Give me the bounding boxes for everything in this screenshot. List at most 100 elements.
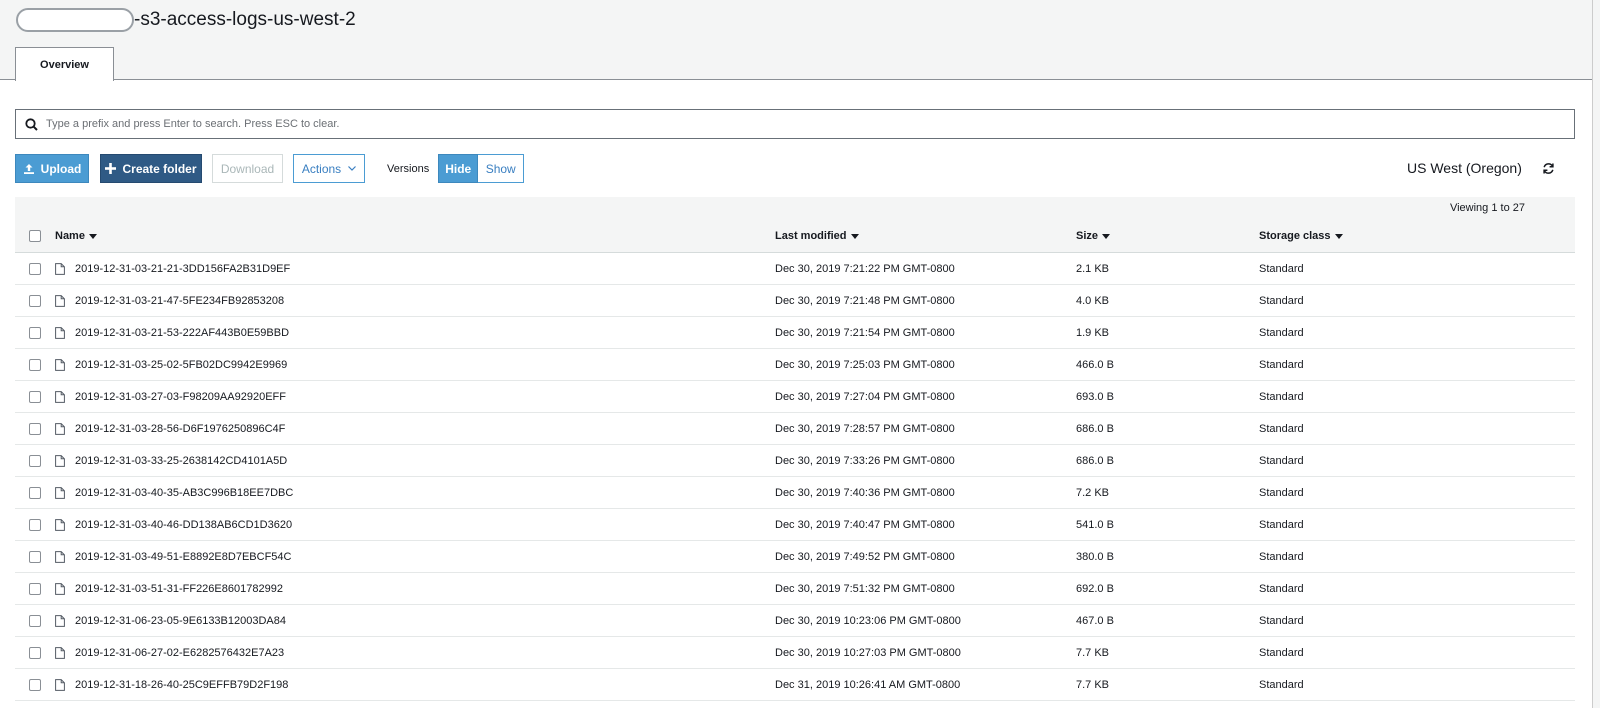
table-row[interactable]: 2019-12-31-03-21-21-3DD156FA2B31D9EF Dec… (15, 253, 1575, 285)
storage-class-value: Standard (1259, 422, 1304, 435)
table-row[interactable]: 2019-12-31-03-40-35-AB3C996B18EE7DBC Dec… (15, 477, 1575, 509)
row-checkbox[interactable] (29, 582, 41, 595)
object-name-link[interactable]: 2019-12-31-03-40-46-DD138AB6CD1D3620 (75, 519, 292, 531)
object-name-link[interactable]: 2019-12-31-03-21-47-5FE234FB92853208 (75, 295, 284, 307)
object-name-cell: 2019-12-31-03-40-35-AB3C996B18EE7DBC (55, 487, 775, 499)
download-button[interactable]: Download (212, 154, 283, 183)
upload-button[interactable]: Upload (15, 154, 89, 183)
select-all-checkbox[interactable] (29, 230, 41, 242)
last-modified-value: Dec 30, 2019 7:21:22 PM GMT-0800 (775, 262, 955, 275)
object-name-link[interactable]: 2019-12-31-03-25-02-5FB02DC9942E9969 (75, 359, 287, 371)
actions-label: Actions (301, 161, 342, 176)
versions-hide-toggle[interactable]: Hide (438, 154, 479, 183)
row-select-cell (15, 614, 55, 627)
table-header: Name Last modified Size Storage class (15, 220, 1575, 253)
scrollbar-track[interactable] (1592, 0, 1600, 708)
table-row[interactable]: 2019-12-31-03-28-56-D6F1976250896C4F Dec… (15, 413, 1575, 445)
object-name-link[interactable]: 2019-12-31-06-23-05-9E6133B12003DA84 (75, 615, 286, 627)
last-modified-value: Dec 30, 2019 7:40:47 PM GMT-0800 (775, 518, 955, 531)
row-checkbox[interactable] (29, 390, 41, 403)
table-row[interactable]: 2019-12-31-03-49-51-E8892E8D7EBCF54C Dec… (15, 541, 1575, 573)
file-icon (55, 678, 65, 691)
storage-class-value: Standard (1259, 390, 1304, 403)
row-checkbox[interactable] (29, 486, 41, 499)
object-name-cell: 2019-12-31-06-27-02-E6282576432E7A23 (55, 647, 775, 659)
object-name-link[interactable]: 2019-12-31-03-40-35-AB3C996B18EE7DBC (75, 487, 293, 499)
size-value: 1.9 KB (1076, 326, 1110, 339)
last-modified-value: Dec 30, 2019 7:33:26 PM GMT-0800 (775, 454, 955, 467)
row-checkbox[interactable] (29, 422, 41, 435)
table-row[interactable]: 2019-12-31-03-25-02-5FB02DC9942E9969 Dec… (15, 349, 1575, 381)
table-row[interactable]: 2019-12-31-03-21-53-222AF443B0E59BBD Dec… (15, 317, 1575, 349)
storage-class-header-label: Storage class (1259, 230, 1331, 242)
search-input[interactable] (46, 111, 1574, 137)
table-row[interactable]: 2019-12-31-03-51-31-FF226E8601782992 Dec… (15, 573, 1575, 605)
refresh-icon[interactable] (1540, 160, 1556, 176)
storage-class-value: Standard (1259, 582, 1304, 595)
row-checkbox[interactable] (29, 358, 41, 371)
last-modified-header-label: Last modified (775, 230, 847, 242)
object-name-link[interactable]: 2019-12-31-03-21-21-3DD156FA2B31D9EF (75, 263, 290, 275)
row-select-cell (15, 550, 55, 563)
create-folder-label: Create folder (122, 161, 197, 176)
region-label: US West (Oregon) (1407, 160, 1522, 176)
storage-class-value: Standard (1259, 550, 1304, 563)
size-value: 692.0 B (1076, 582, 1114, 595)
object-name-cell: 2019-12-31-18-26-40-25C9EFFB79D2F198 (55, 679, 775, 691)
row-checkbox[interactable] (29, 678, 41, 691)
file-icon (55, 614, 65, 627)
row-checkbox[interactable] (29, 262, 41, 275)
sort-caret-icon (88, 233, 97, 239)
versions-show-toggle[interactable]: Show (478, 154, 525, 183)
row-checkbox[interactable] (29, 326, 41, 339)
object-name-link[interactable]: 2019-12-31-03-33-25-2638142CD4101A5D (75, 455, 287, 467)
object-name-link[interactable]: 2019-12-31-18-26-40-25C9EFFB79D2F198 (75, 679, 288, 691)
row-select-cell (15, 422, 55, 435)
row-checkbox[interactable] (29, 454, 41, 467)
object-name-link[interactable]: 2019-12-31-03-21-53-222AF443B0E59BBD (75, 327, 289, 339)
object-name-cell: 2019-12-31-03-21-47-5FE234FB92853208 (55, 295, 775, 307)
table-row[interactable]: 2019-12-31-06-27-02-E6282576432E7A23 Dec… (15, 637, 1575, 669)
row-select-cell (15, 646, 55, 659)
table-row[interactable]: 2019-12-31-18-26-40-25C9EFFB79D2F198 Dec… (15, 669, 1575, 701)
table-row[interactable]: 2019-12-31-03-40-46-DD138AB6CD1D3620 Dec… (15, 509, 1575, 541)
row-checkbox[interactable] (29, 646, 41, 659)
search-bar[interactable] (15, 109, 1575, 139)
table-row[interactable]: 2019-12-31-06-23-05-9E6133B12003DA84 Dec… (15, 605, 1575, 637)
row-checkbox[interactable] (29, 550, 41, 563)
object-name-link[interactable]: 2019-12-31-03-51-31-FF226E8601782992 (75, 583, 283, 595)
actions-dropdown[interactable]: Actions (293, 154, 365, 183)
size-value: 541.0 B (1076, 518, 1114, 531)
object-name-link[interactable]: 2019-12-31-03-28-56-D6F1976250896C4F (75, 423, 285, 435)
last-modified-column-header[interactable]: Last modified (775, 230, 1076, 242)
table-row[interactable]: 2019-12-31-03-27-03-F98209AA92920EFF Dec… (15, 381, 1575, 413)
name-column-header[interactable]: Name (55, 230, 775, 242)
size-value: 686.0 B (1076, 454, 1114, 467)
object-name-link[interactable]: 2019-12-31-06-27-02-E6282576432E7A23 (75, 647, 284, 659)
show-label: Show (485, 161, 516, 176)
object-name-link[interactable]: 2019-12-31-03-27-03-F98209AA92920EFF (75, 391, 286, 403)
table-row[interactable]: 2019-12-31-03-21-47-5FE234FB92853208 Dec… (15, 285, 1575, 317)
viewing-count: Viewing 1 to 27 (1449, 202, 1525, 214)
row-checkbox[interactable] (29, 614, 41, 627)
storage-class-value: Standard (1259, 358, 1304, 371)
object-name-cell: 2019-12-31-06-23-05-9E6133B12003DA84 (55, 615, 775, 627)
row-checkbox[interactable] (29, 294, 41, 307)
file-icon (55, 358, 65, 371)
object-name-link[interactable]: 2019-12-31-03-49-51-E8892E8D7EBCF54C (75, 551, 291, 563)
last-modified-value: Dec 30, 2019 7:21:54 PM GMT-0800 (775, 326, 955, 339)
last-modified-value: Dec 30, 2019 7:25:03 PM GMT-0800 (775, 358, 955, 371)
row-checkbox[interactable] (29, 518, 41, 531)
create-folder-button[interactable]: Create folder (100, 154, 202, 183)
storage-class-column-header[interactable]: Storage class (1259, 230, 1575, 242)
object-name-cell: 2019-12-31-03-27-03-F98209AA92920EFF (55, 391, 775, 403)
sort-caret-icon (1102, 233, 1111, 239)
storage-class-value: Standard (1259, 294, 1304, 307)
size-column-header[interactable]: Size (1076, 230, 1259, 242)
table-row[interactable]: 2019-12-31-03-33-25-2638142CD4101A5D Dec… (15, 445, 1575, 477)
file-icon (55, 454, 65, 467)
plus-icon (105, 163, 117, 174)
tab-overview[interactable]: Overview (15, 47, 114, 81)
size-value: 7.2 KB (1076, 486, 1110, 499)
name-header-label: Name (55, 230, 85, 242)
